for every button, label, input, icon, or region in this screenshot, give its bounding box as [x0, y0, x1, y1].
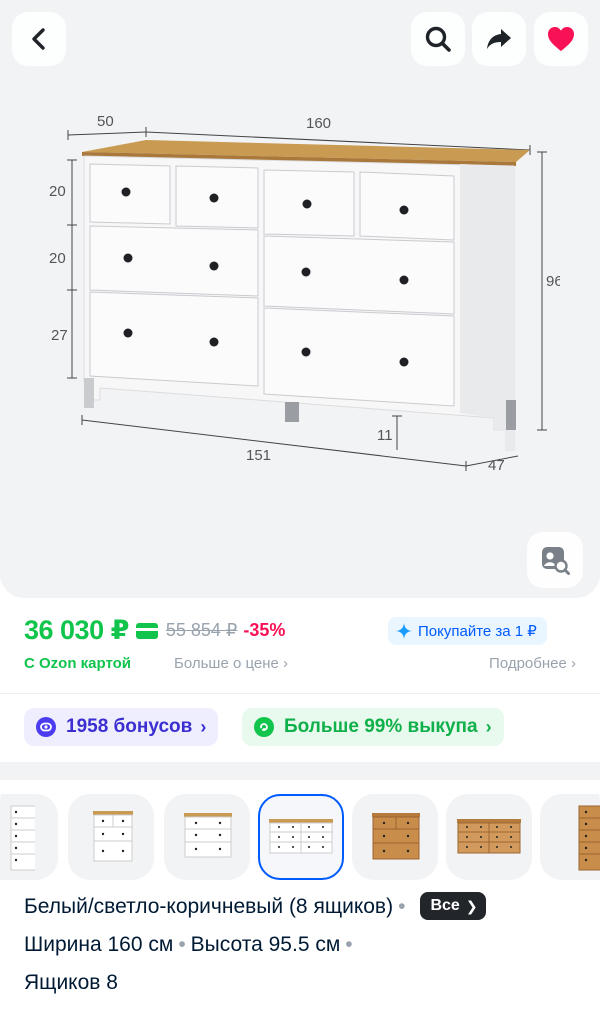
- bonus-chip[interactable]: 1958 бонусов ›: [24, 708, 219, 746]
- buy-for-1-rub-chip[interactable]: Покупайте за 1 ₽: [388, 617, 547, 645]
- variant-description: Белый/светло-коричневый (8 ящиков) • Все ❯ …: [24, 888, 584, 1002]
- variant-pine-tall: [578, 805, 600, 871]
- buyout-icon: [254, 717, 274, 737]
- favorite-button[interactable]: [534, 12, 588, 66]
- height-option: Высота 95.5 см: [190, 933, 341, 956]
- product-image: 50 160 20 20 27 96 11 151 47: [49, 113, 560, 474]
- variant-thumb[interactable]: [0, 794, 58, 880]
- separator-dot: •: [398, 895, 406, 918]
- variant-selector[interactable]: [0, 780, 600, 880]
- divider: [0, 693, 600, 694]
- bonus-icon: [36, 717, 56, 737]
- find-similar-button[interactable]: [527, 532, 583, 588]
- variant-white-tall: [10, 805, 35, 871]
- details-link[interactable]: Подробнее ›: [489, 655, 576, 672]
- search-button[interactable]: [411, 12, 465, 66]
- separator-dot: •: [345, 933, 353, 956]
- dim-drawer-bottom: 27: [51, 327, 68, 344]
- back-button[interactable]: [12, 12, 66, 66]
- chevron-right-icon: ›: [200, 716, 207, 737]
- variant-thumb-selected[interactable]: [258, 794, 344, 880]
- price-current: 36 030 ₽: [24, 615, 129, 645]
- sparkle-icon: [396, 623, 412, 639]
- variant-white-4: [184, 813, 232, 858]
- search-icon: [425, 26, 451, 52]
- variant-pine-8: [457, 819, 521, 854]
- chevron-right-icon: ›: [485, 716, 492, 737]
- share-button[interactable]: [472, 12, 526, 66]
- image-search-icon: [542, 547, 570, 575]
- dim-drawer-mid: 20: [49, 250, 66, 267]
- variant-white-6: [93, 811, 133, 862]
- dim-depth-base: 47: [488, 457, 505, 474]
- price-old: 55 854 ₽: [165, 620, 238, 640]
- dim-leg: 11: [377, 427, 393, 444]
- heart-icon: [548, 27, 574, 51]
- variant-thumb[interactable]: [352, 794, 438, 880]
- dim-depth: 50: [97, 113, 114, 130]
- color-option: Белый/светло-коричневый (8 ящиков): [24, 895, 394, 918]
- dim-width-base: 151: [246, 447, 271, 464]
- dim-width-top: 160: [306, 115, 331, 132]
- buyout-label: Больше 99% выкупа: [284, 716, 478, 737]
- variant-thumb[interactable]: [164, 794, 250, 880]
- width-option: Ширина 160 см: [24, 933, 174, 956]
- price-block: 36 030 ₽ 55 854 ₽ -35% Покупайте за 1 ₽ …: [0, 598, 600, 696]
- variant-thumb[interactable]: [540, 794, 600, 880]
- dim-height: 96: [546, 273, 560, 290]
- variant-pine-6: [372, 813, 420, 860]
- ozon-card-label: С Ozon картой: [24, 655, 132, 672]
- separator-dot: •: [178, 933, 186, 956]
- all-variants-button[interactable]: Все ❯: [420, 892, 486, 920]
- variant-white-8: [269, 819, 333, 854]
- share-arrow-icon: [487, 29, 511, 49]
- price-row[interactable]: 36 030 ₽ 55 854 ₽ -35%: [24, 615, 285, 646]
- promo-label: Покупайте за 1 ₽: [418, 623, 537, 640]
- drawers-option: Ящиков 8: [24, 971, 118, 994]
- bonus-label: 1958 бонусов: [66, 716, 193, 737]
- all-variants-label: Все: [430, 897, 460, 914]
- ozon-card-icon: [135, 622, 158, 639]
- dim-drawer-top: 20: [49, 183, 66, 200]
- chevron-left-icon: [32, 28, 45, 50]
- variant-thumb[interactable]: [68, 794, 154, 880]
- variant-thumb[interactable]: [446, 794, 532, 880]
- buyout-chip[interactable]: Больше 99% выкупа ›: [242, 708, 504, 746]
- discount-badge: -35%: [243, 620, 286, 640]
- section-gap: [0, 762, 600, 780]
- more-about-price-link[interactable]: Больше о цене ›: [174, 655, 288, 672]
- chevron-right-icon: ❯: [465, 898, 478, 914]
- product-gallery[interactable]: 50 160 20 20 27 96 11 151 47: [0, 0, 600, 598]
